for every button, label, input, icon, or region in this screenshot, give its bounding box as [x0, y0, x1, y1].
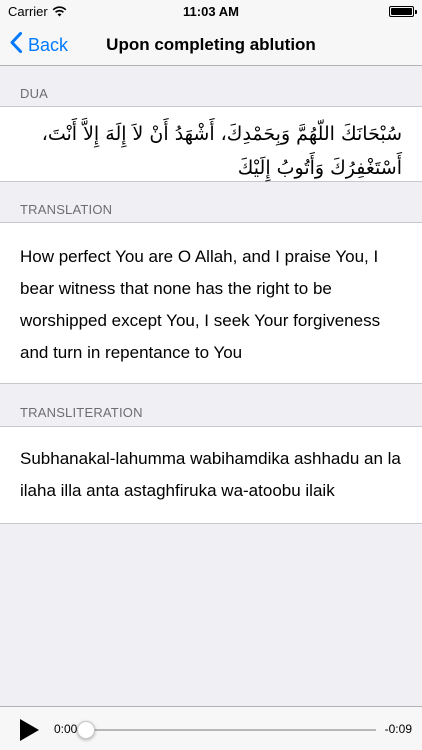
battery-tip	[415, 10, 417, 14]
clock: 11:03 AM	[183, 4, 239, 19]
status-bar: Carrier 11:03 AM	[0, 0, 422, 24]
transliteration-section-header: TRANSLITERATION	[20, 405, 143, 420]
back-label: Back	[28, 34, 69, 55]
transliteration-cell: Subhanakal-lahumma wabihamdika ashhadu a…	[0, 426, 422, 524]
screen: Carrier 11:03 AM Upon completing ablutio…	[0, 0, 422, 750]
translation-section-header: TRANSLATION	[20, 202, 113, 217]
play-button[interactable]	[16, 717, 42, 743]
play-icon	[16, 719, 42, 747]
translation-text: How perfect You are O Allah, and I prais…	[20, 247, 381, 362]
elapsed-time: 0:00	[54, 722, 78, 736]
dua-cell: سُبْحَانَكَ اللّهُمَّ وَبِحَمْدِكَ، أَشْ…	[0, 106, 422, 182]
translation-cell: How perfect You are O Allah, and I prais…	[0, 222, 422, 384]
battery-icon	[389, 6, 417, 17]
remaining-time: -0:09	[384, 722, 412, 736]
back-button[interactable]: Back	[10, 24, 68, 66]
chevron-left-icon	[10, 32, 22, 58]
transliteration-text: Subhanakal-lahumma wabihamdika ashhadu a…	[20, 449, 401, 500]
battery-fill	[391, 8, 412, 15]
slider-thumb[interactable]	[77, 721, 95, 739]
audio-player: 0:00 -0:09	[0, 706, 422, 750]
navigation-bar: Upon completing ablution Back	[0, 24, 422, 66]
dua-arabic-text: سُبْحَانَكَ اللّهُمَّ وَبِحَمْدِكَ، أَشْ…	[41, 123, 402, 179]
progress-slider[interactable]	[77, 721, 376, 739]
dua-section-header: DUA	[20, 86, 49, 101]
